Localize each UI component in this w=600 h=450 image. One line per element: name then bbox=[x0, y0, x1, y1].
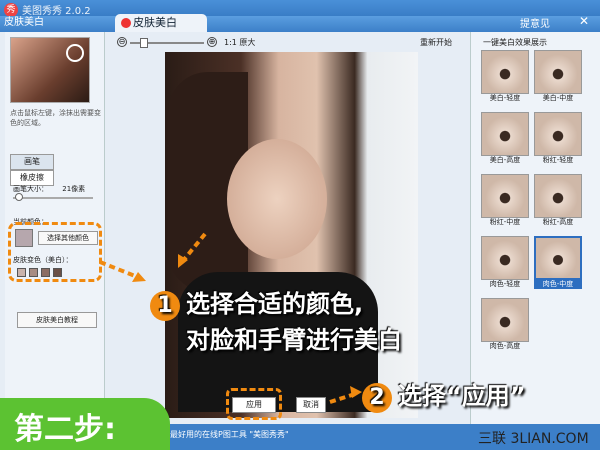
tab-strip bbox=[0, 16, 600, 32]
annotation-2-text: 选择“应用” bbox=[398, 382, 526, 410]
effect-thumbnail bbox=[534, 236, 582, 280]
apply-button[interactable]: 应用 bbox=[232, 397, 276, 413]
effect-item[interactable]: 粉红-中度 bbox=[481, 174, 529, 227]
annotation-1-line2: 对脸和手臂进行美白 bbox=[186, 326, 402, 354]
effect-item[interactable]: 美白-轻度 bbox=[481, 50, 529, 103]
effect-label: 美白-中度 bbox=[542, 94, 574, 102]
effect-item[interactable]: 粉红-轻度 bbox=[534, 112, 582, 165]
effect-thumbnail bbox=[481, 174, 529, 218]
effect-item[interactable]: 美白-中度 bbox=[534, 50, 582, 103]
effect-item[interactable]: 肉色-中度 bbox=[534, 236, 582, 289]
effect-item[interactable]: 美白-高度 bbox=[481, 112, 529, 165]
effect-item[interactable]: 肉色-高度 bbox=[481, 298, 529, 351]
sidebar-hint: 点击鼠标左键，涂抹出需要变色的区域。 bbox=[10, 109, 101, 127]
step-label: 第二步: bbox=[14, 412, 116, 447]
annotation-2: 2 选择“应用” bbox=[362, 376, 526, 413]
brush-size-handle[interactable] bbox=[15, 193, 23, 201]
effect-thumbnail bbox=[534, 174, 582, 218]
effect-label: 粉红-轻度 bbox=[542, 156, 574, 164]
brush-button[interactable]: 画笔 bbox=[10, 154, 54, 170]
zoom-out-icon[interactable]: ⊖ bbox=[117, 37, 127, 47]
step-number-1: 1 bbox=[150, 291, 180, 321]
restart-button[interactable]: 重新开始 bbox=[420, 37, 452, 48]
annotation-1: 1 选择合适的颜色, 对脸和手臂进行美白 bbox=[150, 286, 402, 358]
effect-label: 肉色-高度 bbox=[489, 342, 521, 350]
effect-thumbnail bbox=[481, 236, 529, 280]
tutorial-button[interactable]: 皮肤美白教程 bbox=[17, 312, 97, 328]
brush-size-value: 21像素 bbox=[62, 185, 86, 193]
tab-icon bbox=[121, 18, 131, 28]
effect-label: 美白-轻度 bbox=[489, 94, 521, 102]
effect-thumbnail bbox=[481, 50, 529, 94]
effect-label: 美白-高度 bbox=[489, 156, 521, 164]
effect-thumbnail bbox=[481, 298, 529, 342]
preview-thumbnail bbox=[10, 37, 90, 103]
effect-label: 肉色-轻度 bbox=[489, 280, 521, 288]
watermark: 三联 3LIAN.COM bbox=[478, 431, 589, 447]
brush-size-label: 画笔大小： bbox=[13, 185, 48, 193]
brush-size-row: 画笔大小： 21像素 bbox=[13, 184, 85, 194]
annotation-1-line1: 选择合适的颜色, bbox=[186, 290, 364, 318]
tab-label: 皮肤美白 bbox=[133, 16, 177, 29]
effect-thumbnail bbox=[534, 50, 582, 94]
zoom-in-icon[interactable]: ⊕ bbox=[207, 37, 217, 47]
close-icon[interactable]: ✕ bbox=[575, 12, 593, 30]
effects-panel: 一键美白效果展示 美白-轻度 美白-中度美白-高度 粉红-轻度粉红-中度 粉红-高度肉… bbox=[470, 32, 600, 424]
undo-button[interactable]: 取消 bbox=[296, 397, 326, 413]
effect-label: 肉色-中度 bbox=[534, 280, 582, 289]
photo-face bbox=[227, 139, 327, 259]
feedback-link[interactable]: 提意见 bbox=[520, 15, 550, 30]
effect-thumbnail bbox=[534, 112, 582, 156]
brush-cursor-icon bbox=[66, 44, 84, 62]
effect-label: 粉红-高度 bbox=[542, 218, 574, 226]
sidebar: 点击鼠标左键，涂抹出需要变色的区域。 画笔 橡皮擦 画笔大小： 21像素 当前颜… bbox=[5, 32, 105, 420]
tool-buttons: 画笔 橡皮擦 bbox=[10, 154, 104, 186]
main-content: 点击鼠标左键，涂抹出需要变色的区域。 画笔 橡皮擦 画笔大小： 21像素 当前颜… bbox=[0, 32, 600, 424]
toolbar: ⊖ ⊕ 1:1 原大 重新开始 bbox=[112, 37, 470, 51]
zoom-handle[interactable] bbox=[140, 38, 148, 48]
tab-skin-whitening[interactable]: 皮肤美白 bbox=[115, 14, 207, 32]
effect-label: 粉红-中度 bbox=[489, 218, 521, 226]
window-subtitle: 皮肤美白 bbox=[4, 17, 44, 28]
original-size-button[interactable]: 1:1 原大 bbox=[224, 37, 255, 48]
effect-item[interactable]: 粉红-高度 bbox=[534, 174, 582, 227]
brush-size-slider[interactable] bbox=[13, 197, 93, 199]
color-highlight-box bbox=[8, 222, 102, 282]
step-number-2: 2 bbox=[362, 383, 392, 413]
effect-item[interactable]: 肉色-轻度 bbox=[481, 236, 529, 289]
effect-thumbnail bbox=[481, 112, 529, 156]
effects-title: 一键美白效果展示 bbox=[483, 38, 547, 47]
